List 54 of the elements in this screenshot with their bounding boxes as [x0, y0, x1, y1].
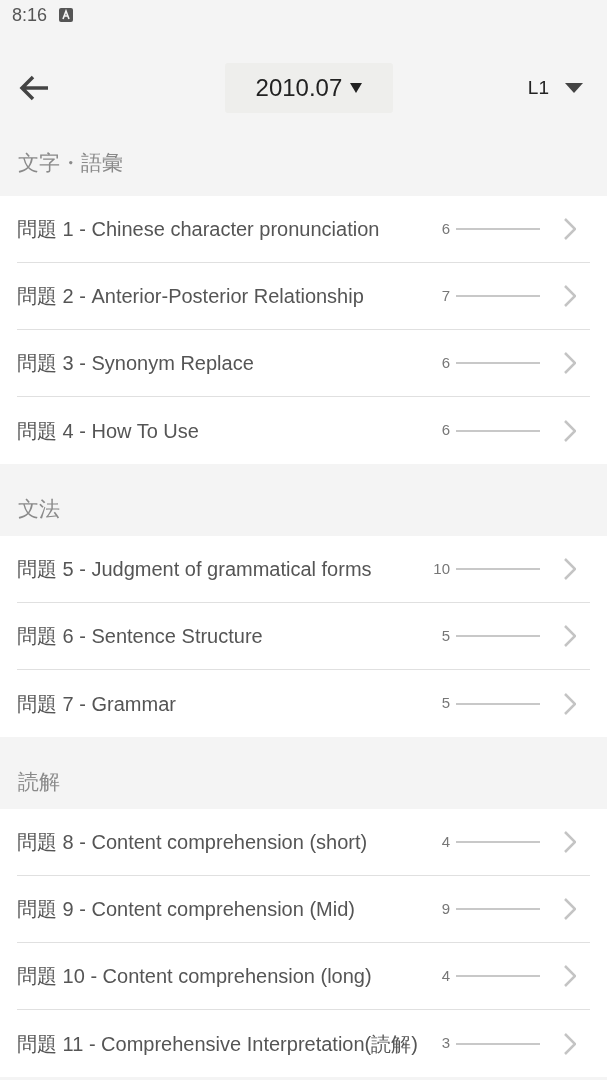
item-count: 10 [432, 558, 450, 579]
list-item[interactable]: 問題 10 - Content comprehension (long) 4 [17, 943, 590, 1010]
caret-icon [565, 83, 583, 93]
section-title: 文字・語彙 [18, 150, 123, 176]
item-title: 問題 7 - Grammar [17, 691, 177, 717]
item-count: 3 [440, 1033, 450, 1054]
chevron-right-icon [564, 898, 576, 920]
list-item[interactable]: 問題 6 - Sentence Structure 5 [17, 603, 590, 670]
item-title: 問題 9 - Content comprehension (Mid) [17, 897, 356, 922]
item-title: 問題 3 - Synonym Replace [17, 351, 255, 376]
level-dropdown[interactable]: L1 [527, 73, 583, 103]
item-title: 問題 4 - How To Use [17, 418, 200, 444]
section-title: 読解 [18, 769, 60, 795]
list-item[interactable]: 問題 1 - Chinese character pronunciation 6 [17, 196, 590, 263]
chevron-right-icon [564, 1032, 576, 1055]
section-title: 文法 [18, 496, 60, 522]
list-item[interactable]: 問題 8 - Content comprehension (short) 4 [17, 809, 590, 876]
chevron-right-icon [564, 625, 576, 647]
item-count: 5 [440, 693, 450, 714]
item-count: 6 [440, 218, 450, 239]
item-count: 4 [440, 965, 450, 986]
list-item[interactable]: 問題 11 - Comprehensive Interpretation(読解) 3 [17, 1010, 590, 1077]
item-count: 5 [440, 625, 450, 646]
status-time: 8:16 [12, 3, 48, 27]
item-title: 問題 2 - Anterior-Posterior Relationship [17, 284, 365, 309]
list-item[interactable]: 問題 4 - How To Use 6 [17, 397, 590, 464]
date-dropdown[interactable]: 2010.07 [224, 63, 393, 113]
item-title: 問題 5 - Judgment of grammatical forms [17, 557, 373, 582]
list-item[interactable]: 問題 9 - Content comprehension (Mid) 9 [17, 876, 590, 943]
item-title: 問題 10 - Content comprehension (long) [17, 964, 373, 989]
item-count: 4 [440, 831, 450, 852]
item-count: 6 [440, 420, 450, 441]
list-item[interactable]: 問題 7 - Grammar 5 [17, 670, 590, 737]
chevron-right-icon [564, 419, 576, 442]
item-title: 問題 1 - Chinese character pronunciation [17, 217, 381, 242]
item-count: 7 [440, 285, 450, 306]
list-item[interactable]: 問題 5 - Judgment of grammatical forms 10 [17, 536, 590, 603]
keyboard-icon [59, 8, 74, 22]
item-title: 問題 6 - Sentence Structure [17, 624, 264, 649]
chevron-right-icon [564, 352, 576, 374]
item-count: 9 [440, 898, 450, 919]
back-arrow-icon [18, 74, 50, 102]
chevron-right-icon [564, 218, 576, 240]
item-count: 6 [440, 352, 450, 373]
chevron-right-icon [564, 692, 576, 715]
item-title: 問題 8 - Content comprehension (short) [17, 830, 369, 855]
chevron-right-icon [564, 831, 576, 853]
chevron-right-icon [564, 285, 576, 307]
list-item[interactable]: 問題 3 - Synonym Replace 6 [17, 330, 590, 397]
chevron-right-icon [564, 965, 576, 987]
list-item[interactable]: 問題 2 - Anterior-Posterior Relationship 7 [17, 263, 590, 330]
item-title: 問題 11 - Comprehensive Interpretation(読解) [17, 1031, 419, 1057]
caret-icon [350, 83, 363, 93]
chevron-right-icon [564, 558, 576, 580]
